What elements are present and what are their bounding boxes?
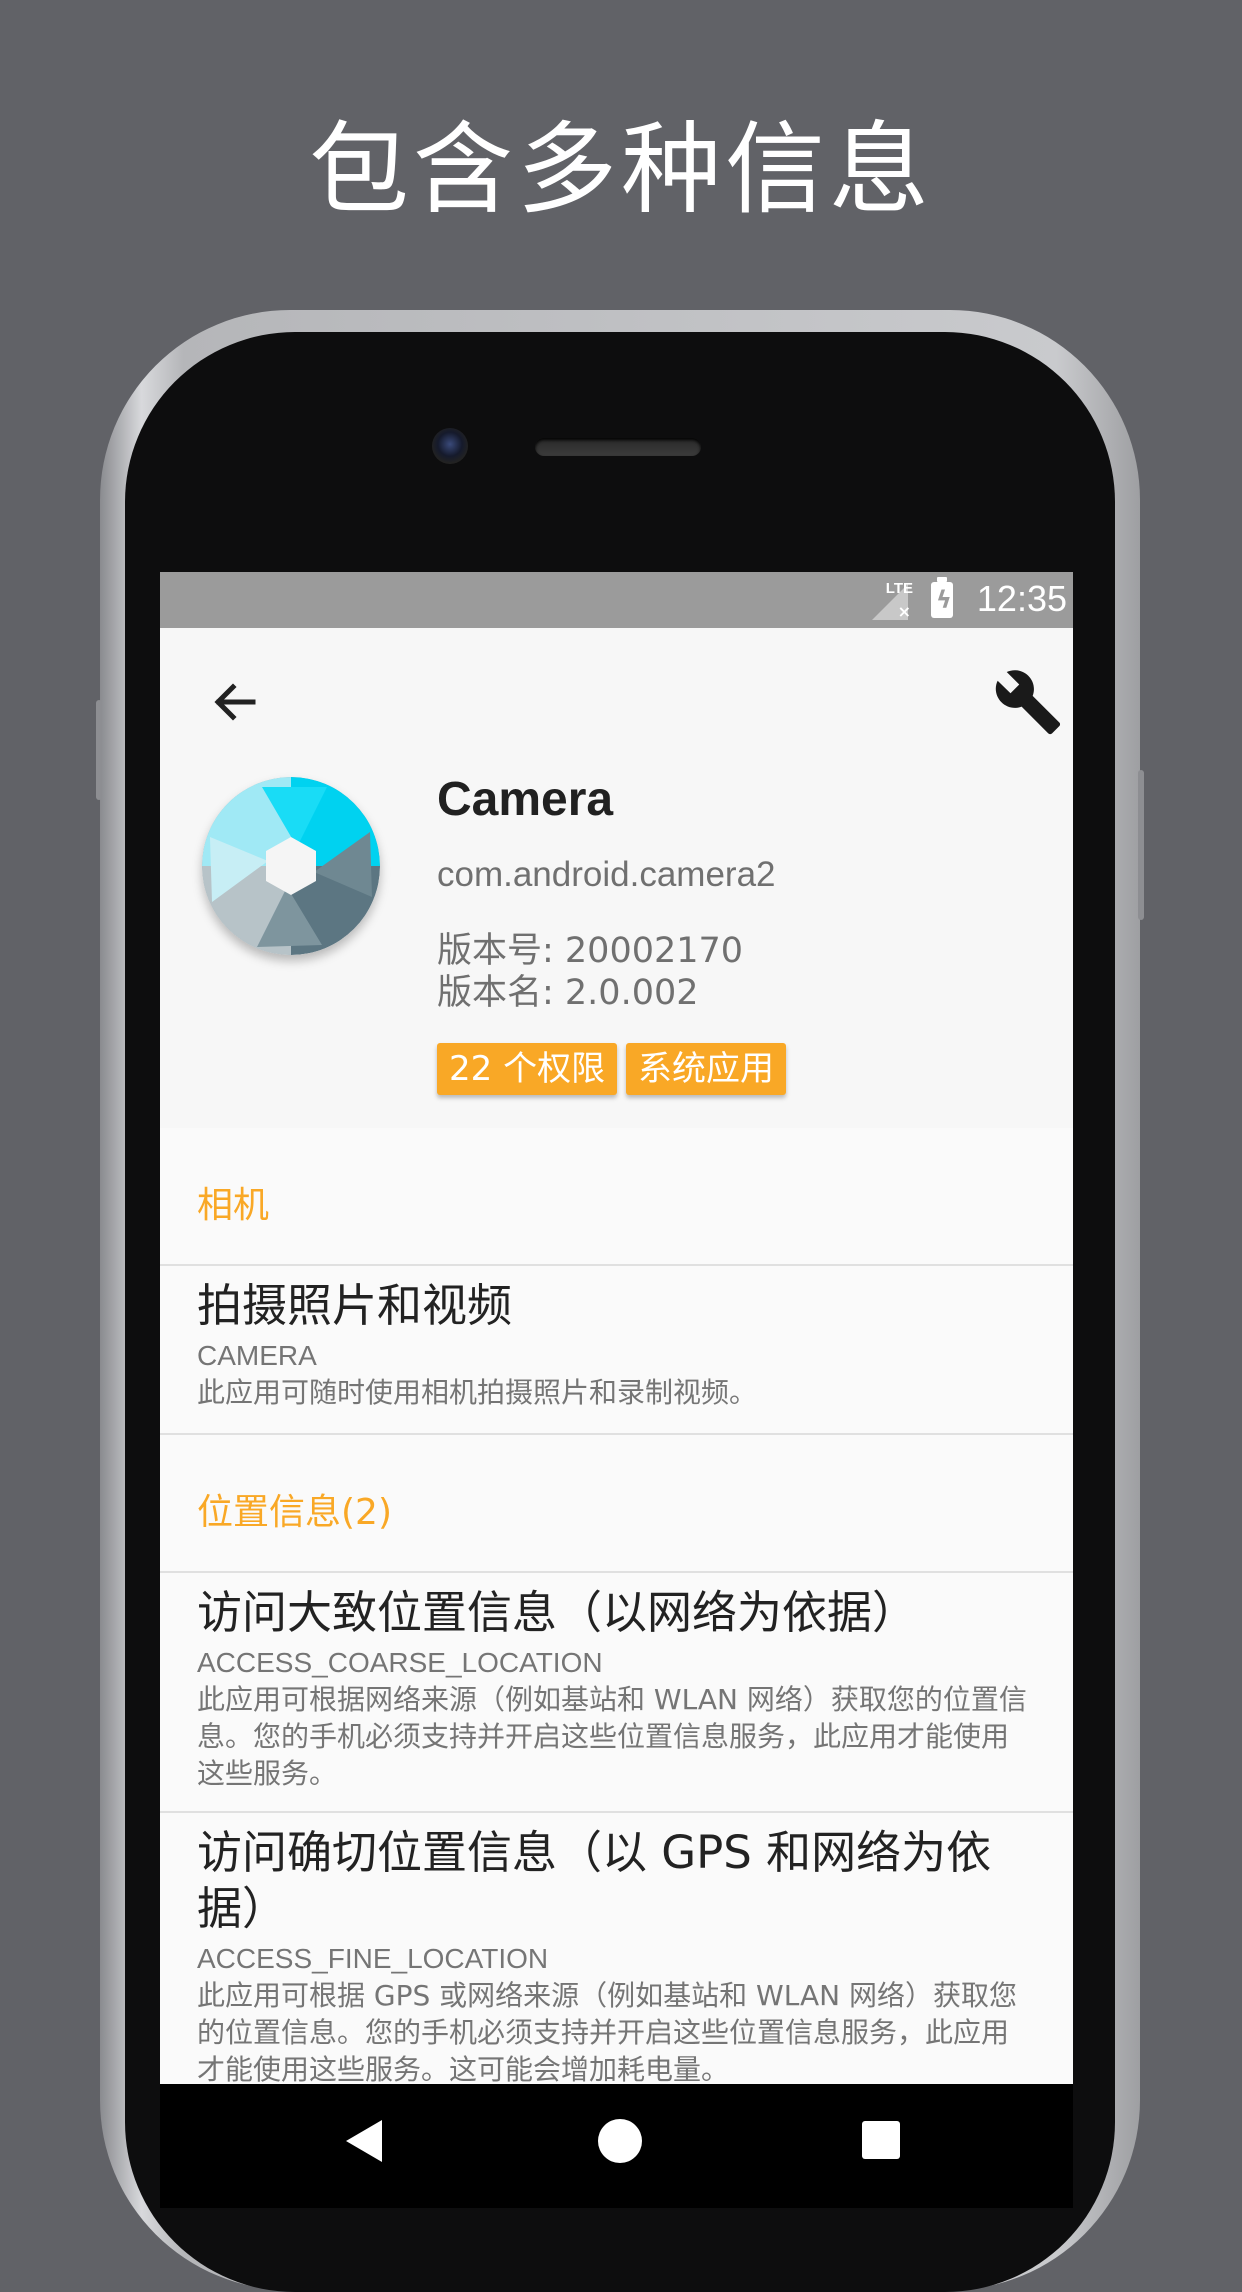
permission-title: 访问确切位置信息（以 GPS 和网络为依据） xyxy=(197,1826,992,1935)
permission-constant: ACCESS_COARSE_LOCATION xyxy=(197,1647,603,1678)
front-camera xyxy=(432,428,468,464)
nav-recents-icon[interactable] xyxy=(862,2121,900,2159)
permission-item-fine-location[interactable]: 访问确切位置信息（以 GPS 和网络为依据） ACCESS_FINE_LOCAT… xyxy=(160,1813,1073,2084)
package-name: com.android.camera2 xyxy=(437,855,776,894)
volume-button xyxy=(96,700,102,800)
version-name: 版本名: 2.0.002 xyxy=(437,973,699,1013)
permission-list: 相机 拍摄照片和视频 CAMERA 此应用可随时使用相机拍摄照片和录制视频。 位… xyxy=(160,1128,1073,2084)
section-title: 相机 xyxy=(197,1185,270,1226)
permission-constant: ACCESS_FINE_LOCATION xyxy=(197,1943,549,1974)
earpiece-speaker xyxy=(535,438,701,456)
no-signal-icon: × xyxy=(897,602,911,621)
back-arrow-icon[interactable] xyxy=(205,672,265,732)
permission-description: 此应用可根据网络来源（例如基站和 WLAN 网络）获取您的位置信息。您的手机必须… xyxy=(197,1683,1027,1790)
permission-constant: CAMERA xyxy=(197,1340,317,1371)
section-header-location: 位置信息(2) xyxy=(160,1435,1073,1573)
app-name: Camera xyxy=(437,773,614,826)
permission-item-camera[interactable]: 拍摄照片和视频 CAMERA 此应用可随时使用相机拍摄照片和录制视频。 xyxy=(160,1266,1073,1435)
navigation-bar xyxy=(160,2084,1073,2208)
section-title: 位置信息(2) xyxy=(197,1492,392,1533)
camera-app-icon xyxy=(202,777,380,955)
permission-description: 此应用可随时使用相机拍摄照片和录制视频。 xyxy=(197,1376,758,1409)
network-type: LTE xyxy=(885,580,913,597)
system-app-badge[interactable]: 系统应用 xyxy=(626,1043,786,1095)
section-header-camera: 相机 xyxy=(160,1128,1073,1266)
permission-title: 拍摄照片和视频 xyxy=(197,1279,513,1332)
permission-count-badge[interactable]: 22 个权限 xyxy=(437,1043,618,1095)
battery-icon: ϟ xyxy=(931,577,953,618)
promo-title: 包含多种信息 xyxy=(309,111,933,228)
nav-back-icon[interactable] xyxy=(346,2120,382,2162)
permission-description: 此应用可根据 GPS 或网络来源（例如基站和 WLAN 网络）获取您的位置信息。… xyxy=(197,1979,1017,2084)
status-time: 12:35 xyxy=(976,578,1067,619)
app-screen: LTE × ϟ 12:35 Camera com.android.camera2… xyxy=(160,572,1073,2084)
permission-item-coarse-location[interactable]: 访问大致位置信息（以网络为依据） ACCESS_COARSE_LOCATION … xyxy=(160,1573,1073,1813)
status-bar: LTE × ϟ 12:35 xyxy=(160,572,1073,628)
nav-home-icon[interactable] xyxy=(598,2119,642,2163)
permission-title: 访问大致位置信息（以网络为依据） xyxy=(197,1586,918,1639)
power-button xyxy=(1138,770,1144,920)
wrench-icon[interactable] xyxy=(993,667,1063,737)
